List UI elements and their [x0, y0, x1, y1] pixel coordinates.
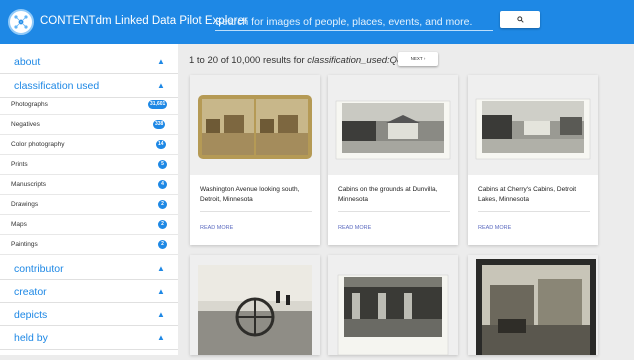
- stereograph-photo: [198, 95, 312, 159]
- cabins-photo: [475, 98, 591, 160]
- facet-item-name: Maps: [11, 221, 27, 228]
- chevron-up-icon[interactable]: ▲: [157, 310, 165, 319]
- facet-item-photographs[interactable]: Photographs 31,601: [0, 96, 178, 115]
- count-badge: 5: [158, 160, 167, 169]
- facet-item-prints[interactable]: Prints 5: [0, 156, 178, 175]
- card-image[interactable]: [328, 75, 458, 175]
- result-card[interactable]: [328, 255, 458, 356]
- next-page-button[interactable]: NEXT ›: [398, 52, 438, 66]
- facet-label: held by: [14, 332, 48, 344]
- facet-label: depicts: [14, 309, 48, 321]
- facet-item-drawings[interactable]: Drawings 2: [0, 196, 178, 215]
- divider: [200, 211, 312, 212]
- facet-contributor[interactable]: contributor ▲: [0, 256, 178, 280]
- facet-about[interactable]: about ▲: [0, 44, 178, 74]
- facet-item-name: Prints: [11, 161, 28, 168]
- result-card[interactable]: [190, 255, 320, 355]
- count-badge: 4: [158, 180, 167, 189]
- count-badge: 14: [156, 140, 166, 149]
- card-image[interactable]: [468, 75, 598, 175]
- facet-item-name: Manuscripts: [11, 181, 47, 188]
- facet-creator[interactable]: creator ▲: [0, 280, 178, 303]
- facet-item-manuscripts[interactable]: Manuscripts 4: [0, 176, 178, 195]
- search-input[interactable]: [215, 13, 493, 31]
- read-more-link[interactable]: READ MORE: [478, 225, 511, 231]
- chevron-up-icon[interactable]: ▲: [157, 333, 165, 342]
- facet-item-name: Drawings: [11, 201, 39, 208]
- facet-item-name: Paintings: [11, 241, 38, 248]
- card-title[interactable]: Cabins at Cherry's Cabins, Detroit Lakes…: [478, 185, 590, 204]
- result-card[interactable]: [468, 255, 598, 355]
- result-card[interactable]: Cabins on the grounds at Dunvilla, Minne…: [328, 75, 458, 245]
- facet-item-color-photography[interactable]: Color photography 14: [0, 136, 178, 155]
- street-photo: [476, 259, 596, 355]
- count-badge: 2: [158, 200, 167, 209]
- facet-held-by[interactable]: held by ▲: [0, 326, 178, 350]
- facet-label: classification used: [14, 80, 100, 92]
- hall-interior-photo: [337, 274, 449, 356]
- facet-item-name: Color photography: [11, 141, 65, 148]
- facet-item-negatives[interactable]: Negatives 338: [0, 116, 178, 135]
- divider: [338, 211, 450, 212]
- facet-item-maps[interactable]: Maps 2: [0, 216, 178, 235]
- card-title[interactable]: Cabins on the grounds at Dunvilla, Minne…: [338, 185, 450, 204]
- card-image[interactable]: [468, 255, 598, 355]
- magnifier-icon: [516, 16, 524, 23]
- facet-label: contributor: [14, 263, 64, 275]
- count-badge: 31,601: [148, 100, 168, 109]
- facet-label: about: [14, 56, 41, 68]
- logo-icon: [8, 9, 34, 35]
- count-badge: 2: [158, 220, 167, 229]
- chevron-up-icon[interactable]: ▲: [157, 81, 165, 90]
- facet-depicts[interactable]: depicts ▲: [0, 303, 178, 326]
- chevron-up-icon[interactable]: ▲: [157, 57, 165, 66]
- waterwheel-photo: [198, 265, 312, 355]
- cabin-photo: [335, 100, 451, 160]
- card-image[interactable]: [190, 255, 320, 355]
- count-badge: 2: [158, 240, 167, 249]
- count-badge: 338: [153, 120, 166, 129]
- facet-item-name: Negatives: [11, 121, 40, 128]
- top-bar: CONTENTdm Linked Data Pilot Explorer: [0, 0, 634, 44]
- results-summary: 1 to 20 of 10,000 results for classifica…: [189, 55, 426, 66]
- facet-item-paintings[interactable]: Paintings 2: [0, 236, 178, 255]
- card-image[interactable]: [328, 255, 458, 356]
- divider: [478, 211, 590, 212]
- facet-classification-used[interactable]: classification used ▲: [0, 74, 178, 98]
- facet-item-name: Photographs: [11, 101, 48, 108]
- search-button[interactable]: [500, 11, 540, 28]
- facet-label: creator: [14, 286, 47, 298]
- chevron-up-icon[interactable]: ▲: [157, 264, 165, 273]
- card-title[interactable]: Washington Avenue looking south, Detroit…: [200, 185, 312, 204]
- chevron-up-icon[interactable]: ▲: [157, 287, 165, 296]
- read-more-link[interactable]: READ MORE: [338, 225, 371, 231]
- card-image[interactable]: [190, 75, 320, 175]
- results-count: 1 to 20 of 10,000 results for: [189, 55, 305, 66]
- result-card[interactable]: Cabins at Cherry's Cabins, Detroit Lakes…: [468, 75, 598, 245]
- facet-sidebar: about ▲ classification used ▲ Photograph…: [0, 44, 178, 355]
- read-more-link[interactable]: READ MORE: [200, 225, 233, 231]
- result-card[interactable]: Washington Avenue looking south, Detroit…: [190, 75, 320, 245]
